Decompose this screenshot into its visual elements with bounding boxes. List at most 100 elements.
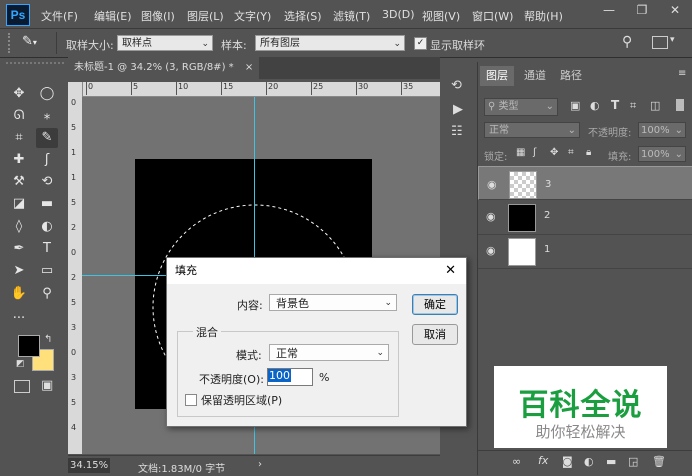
workspace-icon[interactable] [652,36,668,49]
layer-row[interactable]: ◉ 2 [478,200,692,235]
menu-file[interactable]: 文件(F) [41,8,78,24]
hand-icon[interactable]: ✋ [8,284,30,304]
eyedropper-preset-icon[interactable]: ✎▾ [22,34,37,49]
eye-icon[interactable]: ◉ [486,244,496,257]
eyedropper-icon[interactable]: ✎ [36,128,58,148]
properties-icon[interactable]: ☷ [451,124,463,139]
swap-colors-icon[interactable]: ↰ [44,334,52,345]
lock-transparency-icon[interactable]: ▦ [516,147,525,158]
clone-stamp-icon[interactable]: ⚒ [8,172,30,192]
close-window-button[interactable]: ✕ [660,0,690,20]
eraser-icon[interactable]: ◪ [8,194,30,214]
sample-select[interactable]: 所有图层 ⌄ [255,35,405,51]
fx-icon[interactable]: fx [538,454,548,467]
layer-filter-select[interactable]: ⚲ 类型 ⌄ [484,98,558,116]
panel-menu-icon[interactable]: ≡ [678,68,686,79]
smart-object-filter-icon[interactable]: ◫ [650,99,660,112]
zoom-icon[interactable]: ⚲ [36,284,58,304]
ruler-left-tick: 0 [71,98,77,107]
menu-select[interactable]: 选择(S) [284,8,322,24]
history-icon[interactable]: ⟲ [451,78,462,93]
layer-row[interactable]: ◉ 1 [478,234,692,269]
eye-icon[interactable]: ◉ [486,210,496,223]
document-tab[interactable]: 未标题-1 @ 34.2% (3, RGB/8#) * × [68,57,260,79]
blend-mode-select[interactable]: 正常 ⌄ [484,122,580,138]
menu-view[interactable]: 视图(V) [422,8,460,24]
ruler-left[interactable]: 0 5 1 1 5 2 0 2 5 3 0 3 5 4 [68,82,83,454]
content-select[interactable]: 背景色 ⌄ [269,294,397,311]
path-selection-icon[interactable]: ➤ [8,261,30,281]
tab-layers[interactable]: 图层 [480,66,514,86]
adjustment-icon[interactable]: ◐ [584,455,594,468]
lock-pixels-icon[interactable]: ʃ [533,147,536,158]
status-menu-arrow[interactable]: › [258,459,262,470]
quick-mask-icon[interactable] [14,380,30,393]
healing-brush-icon[interactable]: ✚ [8,150,30,170]
chevron-down-icon[interactable]: ▾ [670,35,675,45]
sample-size-select[interactable]: 取样点 ⌄ [117,35,213,51]
menu-edit[interactable]: 编辑(E) [94,8,132,24]
mode-select[interactable]: 正常 ⌄ [269,344,389,361]
tab-paths[interactable]: 路径 [554,66,588,86]
group-icon[interactable]: ▬ [606,455,616,468]
shape-filter-icon[interactable]: ⌗ [630,99,636,113]
lasso-icon[interactable]: ᘏ [8,106,30,126]
trash-icon[interactable]: 🗑︎ [652,455,666,468]
chevron-down-icon: ⌄ [376,348,384,358]
ellipse-marquee-icon[interactable]: ◯ [36,84,58,104]
search-icon[interactable]: ⚲ [622,34,632,50]
magic-wand-icon[interactable]: ⁎ [36,106,58,126]
actions-play-icon[interactable]: ▶ [453,102,463,117]
type-filter-icon[interactable]: T [611,98,619,112]
ruler-top-tick: 30 [356,82,368,95]
eye-icon[interactable]: ◉ [487,177,497,193]
close-tab-icon[interactable]: × [245,62,253,73]
pen-icon[interactable]: ✒ [8,239,30,259]
lock-position-icon[interactable]: ✥ [550,147,558,158]
menu-window[interactable]: 窗口(W) [472,8,513,24]
foreground-color-swatch[interactable] [18,335,40,357]
minimize-button[interactable]: — [594,0,624,20]
type-icon[interactable]: T [36,239,58,259]
default-colors-icon[interactable]: ◩ [16,359,25,369]
mask-icon[interactable]: ◙ [562,455,573,468]
menu-image[interactable]: 图像(I) [141,8,175,24]
history-brush-icon[interactable]: ⟲ [36,172,58,192]
dialog-close-button[interactable]: ✕ [445,258,456,284]
link-icon[interactable]: ∞ [512,455,521,468]
rectangle-icon[interactable]: ▭ [36,261,58,281]
menu-type[interactable]: 文字(Y) [234,8,271,24]
preserve-transparency-checkbox[interactable] [185,394,197,406]
filter-toggle[interactable] [676,99,684,111]
adjustment-filter-icon[interactable]: ◐ [590,99,600,112]
restore-button[interactable]: ❐ [627,0,657,20]
lock-artboard-icon[interactable]: ⌗ [568,147,574,158]
pixel-filter-icon[interactable]: ▣ [570,99,580,112]
opacity-input[interactable]: 100 [267,368,313,386]
more-icon[interactable]: ··· [8,309,30,329]
ok-button[interactable]: 确定 [412,294,458,315]
ruler-top[interactable]: 0 5 10 15 20 25 30 35 [82,82,440,97]
menu-help[interactable]: 帮助(H) [524,8,563,24]
dialog-title-bar[interactable]: 填充 ✕ [167,258,466,284]
menu-filter[interactable]: 滤镜(T) [333,8,370,24]
lock-all-icon[interactable]: 🔒︎ [586,147,591,158]
blur-icon[interactable]: ◊ [8,217,30,237]
dodge-icon[interactable]: ◐ [36,217,58,237]
brush-icon[interactable]: ʃ [36,150,58,170]
move-icon[interactable]: ✥ [8,84,30,104]
gradient-icon[interactable]: ▬ [36,194,58,214]
opacity-field[interactable]: 100% ⌄ [638,122,686,138]
show-ring-checkbox[interactable]: ✓ [414,37,427,50]
zoom-level-field[interactable]: 34.15% [68,458,110,473]
layers-footer: ∞ fx ◙ ◐ ▬ ◲ 🗑︎ [478,450,692,476]
tab-channels[interactable]: 通道 [518,66,552,86]
crop-icon[interactable]: ⌗ [8,128,30,148]
cancel-button[interactable]: 取消 [412,324,458,345]
menu-layer[interactable]: 图层(L) [187,8,224,24]
fill-field[interactable]: 100% ⌄ [638,146,686,162]
layer-row[interactable]: ◉ 3 [478,166,692,200]
screen-mode-icon[interactable]: ▣ [41,378,53,393]
new-layer-icon[interactable]: ◲ [628,455,638,468]
menu-3d[interactable]: 3D(D) [382,8,415,21]
